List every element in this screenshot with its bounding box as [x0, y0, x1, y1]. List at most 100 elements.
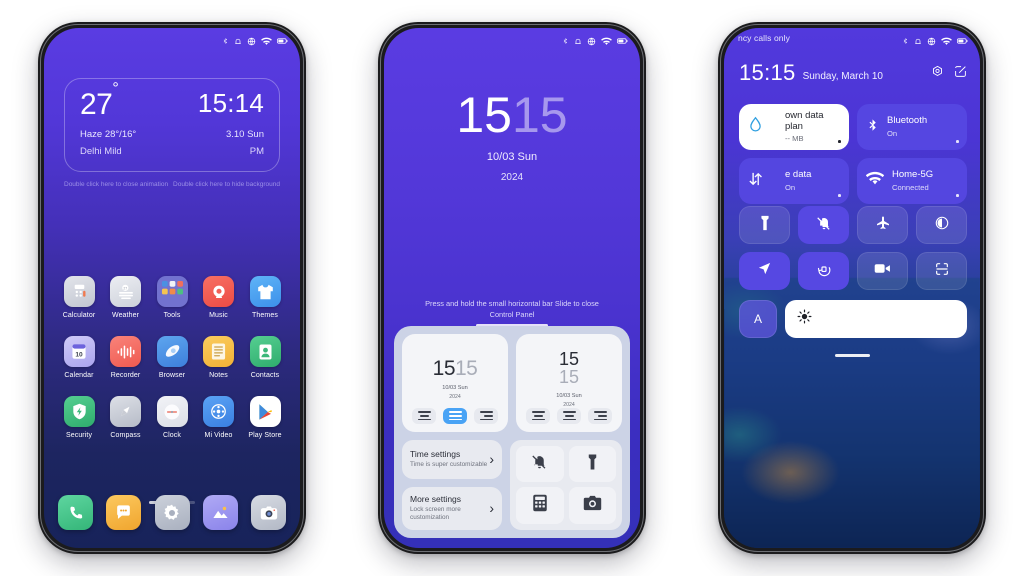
bluetooth-tile[interactable]: Bluetooth On	[857, 104, 967, 150]
app-security[interactable]: Security	[58, 396, 100, 439]
shade-pull-handle[interactable]	[724, 354, 980, 357]
app-row: Calculator 27 Weather Tools Music Themes	[58, 276, 286, 319]
screen-record-toggle[interactable]	[857, 252, 908, 290]
stacked-clock-style-card[interactable]: 15 15 10/03 Sun 2024	[516, 334, 622, 432]
lock-clock-hours: 15	[456, 87, 512, 143]
app-contacts[interactable]: Contacts	[244, 336, 286, 379]
widget-hints: Double click here to close animation Dou…	[64, 180, 280, 189]
widget-meridiem: PM	[249, 146, 264, 157]
app-label: Mi Video	[204, 432, 233, 439]
app-label: Play Store	[248, 432, 282, 439]
mute-bell-shortcut[interactable]	[516, 445, 564, 483]
phone1-status-bar	[44, 28, 300, 50]
camera-shortcut[interactable]	[568, 487, 616, 524]
mute-toggle[interactable]	[798, 206, 849, 244]
mobile-data-icon	[748, 171, 763, 192]
flashlight-toggle[interactable]	[739, 206, 790, 244]
app-themes[interactable]: Themes	[244, 276, 286, 319]
battery-icon	[277, 37, 288, 45]
shade-header: 15:15 Sunday, March 10	[739, 62, 967, 84]
app-notes[interactable]: Notes	[198, 336, 240, 379]
mi-video-icon	[203, 396, 234, 427]
flashlight-shortcut[interactable]	[568, 445, 616, 483]
align-left-button[interactable]	[526, 407, 550, 424]
mute-bell-icon	[816, 215, 832, 236]
control-panel-hint-line1: Press and hold the small horizontal bar …	[425, 299, 599, 308]
shade-date: Sunday, March 10	[802, 71, 883, 82]
app-label: Calculator	[62, 312, 96, 319]
phone-icon[interactable]	[58, 495, 93, 530]
stacked-clock-time: 15 15	[556, 350, 582, 387]
scanner-toggle[interactable]	[916, 252, 967, 290]
align-right-button[interactable]	[474, 407, 498, 424]
data-plan-text: own data plan -- MB	[771, 109, 840, 144]
bluetooth-icon	[222, 36, 229, 46]
app-play-store[interactable]: Play Store	[244, 396, 286, 439]
app-tools[interactable]: Tools	[151, 276, 193, 319]
wifi-tile[interactable]: Home-5G Connected	[857, 158, 967, 204]
app-weather[interactable]: 27 Weather	[105, 276, 147, 319]
app-calculator[interactable]: Calculator	[58, 276, 100, 319]
gallery-icon[interactable]	[202, 495, 238, 530]
weather-clock-widget[interactable]: 27° 15:14 Haze 28°/16° 3.10 Sun Delhi Mi…	[64, 78, 280, 172]
temperature-number: 27	[80, 88, 113, 121]
flashlight-icon	[586, 453, 599, 476]
stacked-minutes: 15	[558, 367, 579, 388]
app-calendar[interactable]: 10 Calendar	[58, 336, 100, 379]
camera-icon[interactable]	[251, 495, 286, 530]
align-center-button[interactable]	[557, 407, 581, 424]
app-compass[interactable]: Compass	[105, 396, 147, 439]
dark-mode-toggle[interactable]	[916, 206, 967, 244]
settings-gear-icon[interactable]	[154, 495, 190, 530]
edit-icon[interactable]	[954, 65, 967, 83]
calendar-icon: 10	[63, 336, 95, 367]
inline-clock-style-card[interactable]: 1515 10/03 Sun 2024	[402, 334, 508, 432]
widget-time: 15:14	[197, 88, 264, 118]
lock-clock-year: 2024	[500, 172, 524, 183]
data-plan-title: own data plan	[785, 109, 824, 132]
time-settings-text: Time settings Time is super customizable	[410, 449, 487, 470]
auto-rotate-toggle[interactable]	[798, 252, 849, 290]
widget-sub-row: Haze 28°/16° 3.10 Sun	[80, 129, 264, 140]
clock-style-cards: 1515 10/03 Sun 2024 15 15 10/03 Sun 2024	[402, 334, 622, 432]
phone3-screen: ncy calls only 15:15 Sunday, March 10 ow…	[724, 28, 980, 548]
tile-indicator-dot	[956, 194, 959, 197]
messages-icon[interactable]	[106, 495, 142, 530]
mobile-data-tile[interactable]: e data On	[739, 158, 849, 204]
app-browser[interactable]: Browser	[151, 336, 193, 379]
weather-location: Delhi Mild	[80, 146, 122, 157]
control-panel-hint-line2: Control Panel	[489, 310, 535, 320]
control-panel-bottom: Time settings Time is super customizable…	[402, 439, 622, 530]
time-settings-row[interactable]: Time settings Time is super customizable…	[402, 439, 502, 479]
more-settings-row[interactable]: More settings Lock screen more customiza…	[402, 486, 502, 530]
clock-icon	[156, 396, 188, 427]
app-mi-video[interactable]: Mi Video	[198, 396, 240, 439]
location-toggle[interactable]	[739, 252, 790, 290]
data-plan-tile[interactable]: own data plan -- MB	[739, 104, 849, 150]
phone-device-lockscreen: 1515 10/03 Sun 2024 Press and hold the s…	[378, 22, 646, 554]
location-arrow-icon	[757, 261, 772, 281]
align-center-button[interactable]	[443, 407, 467, 424]
sun-brightness-icon	[797, 309, 812, 329]
app-label: Clock	[162, 432, 181, 439]
screenshot-stage: 27° 15:14 Haze 28°/16° 3.10 Sun Delhi Mi…	[0, 0, 1024, 576]
align-left-button[interactable]	[412, 407, 436, 424]
settings-icon[interactable]	[931, 65, 944, 83]
app-music[interactable]: Music	[198, 276, 240, 319]
align-right-button[interactable]	[588, 407, 612, 424]
app-label: Browser	[158, 372, 186, 379]
stacked-clock-preview: 15 15 10/03 Sun 2024	[556, 350, 582, 408]
chevron-right-icon: ›	[489, 500, 494, 517]
inline-clock-year: 2024	[449, 393, 461, 400]
more-settings-title: More settings	[410, 493, 462, 504]
widget-main-row: 27° 15:14	[80, 81, 264, 121]
airplane-toggle[interactable]	[857, 206, 908, 244]
lock-clock-time: 1515	[384, 90, 640, 140]
app-recorder[interactable]: Recorder	[105, 336, 147, 379]
auto-brightness-button[interactable]: A	[739, 300, 777, 338]
app-clock[interactable]: Clock	[151, 396, 193, 439]
calculator-shortcut[interactable]	[516, 487, 564, 524]
brightness-slider[interactable]	[785, 300, 967, 338]
bluetooth-icon	[562, 36, 569, 46]
inline-clock-preview: 1515 10/03 Sun 2024	[433, 350, 478, 408]
